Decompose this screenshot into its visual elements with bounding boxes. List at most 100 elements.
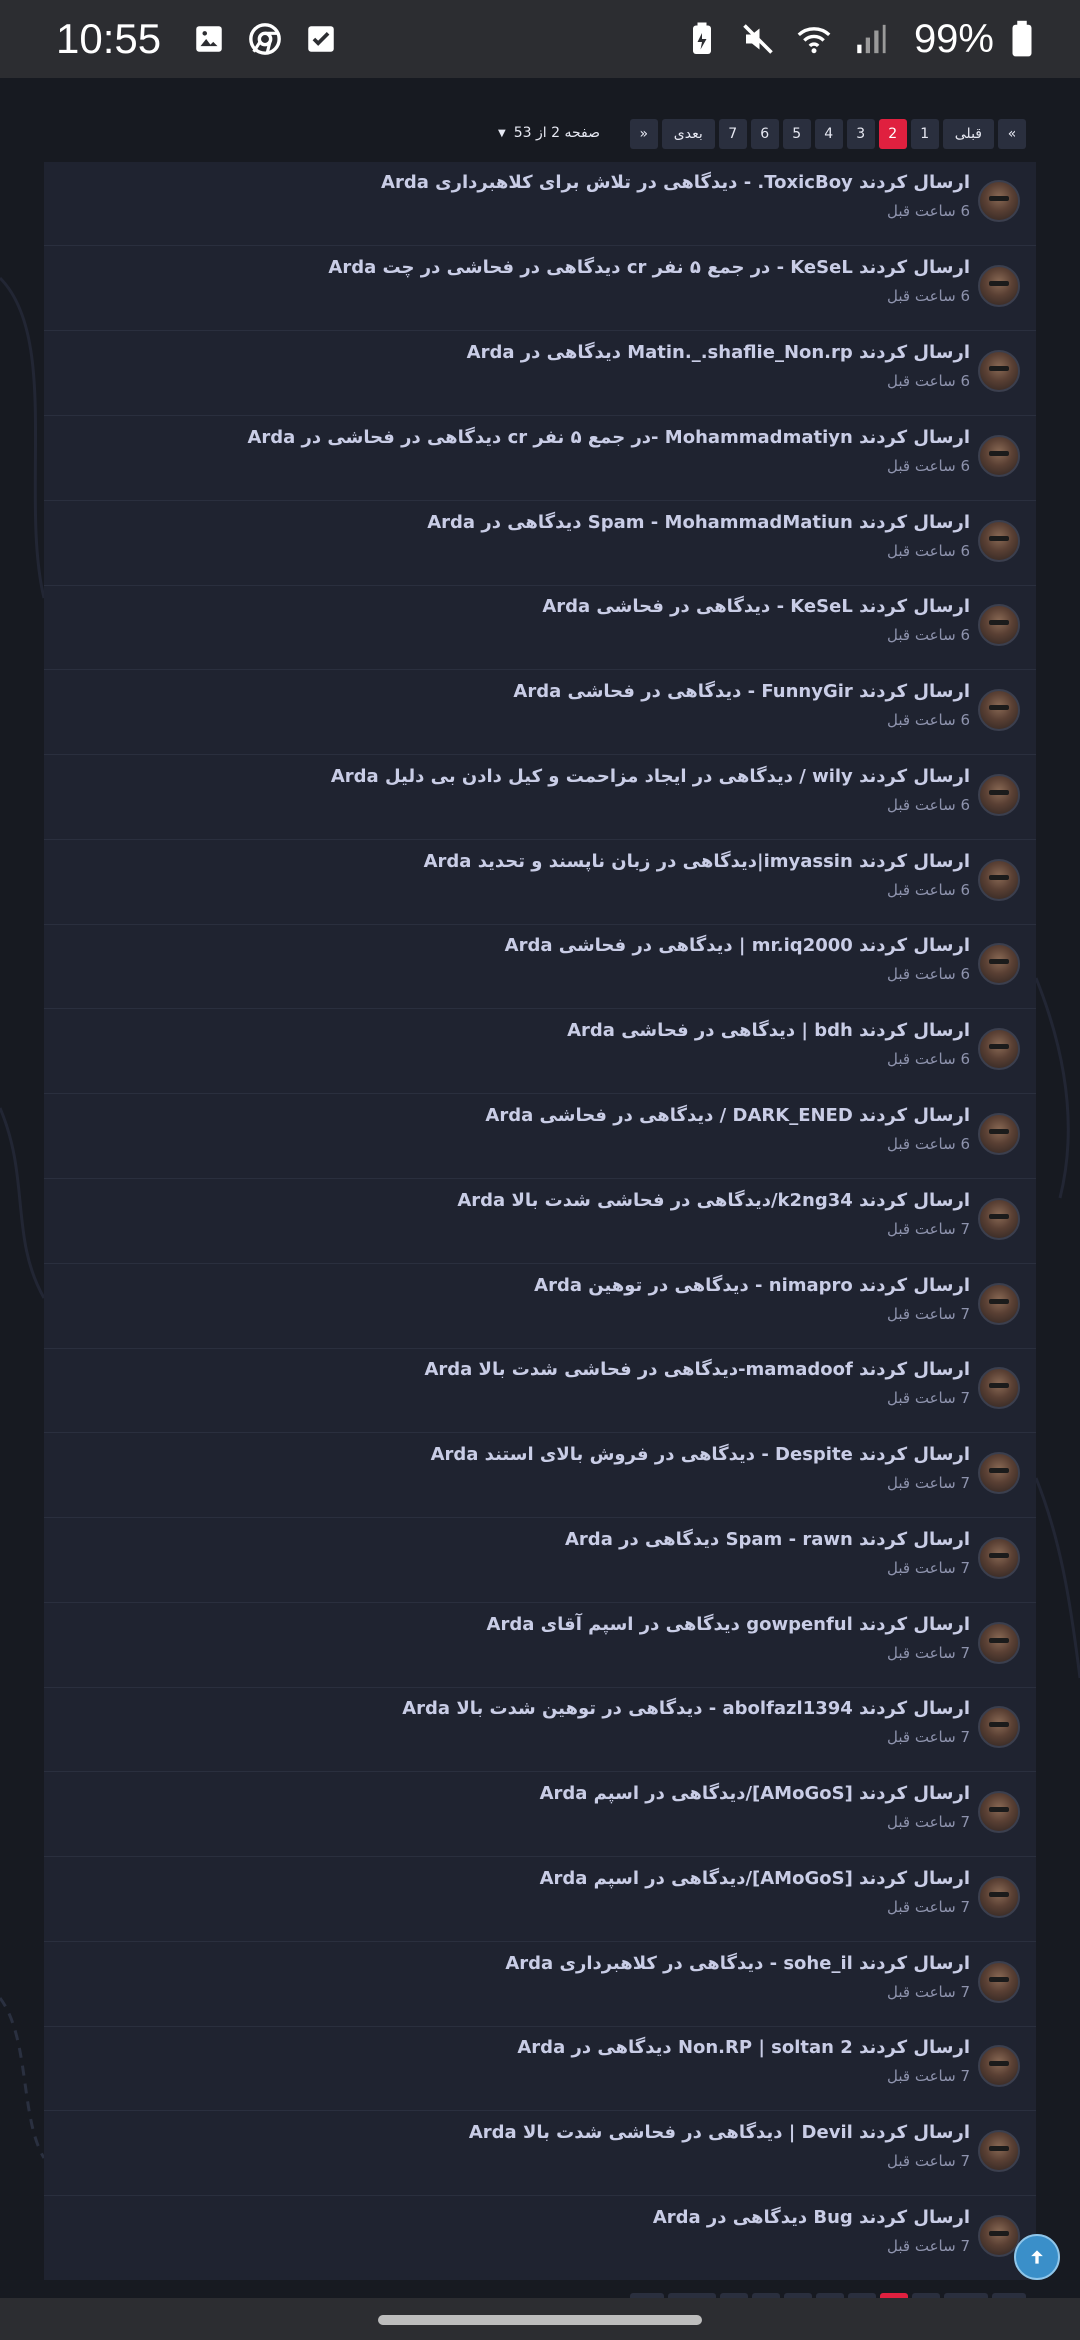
item-title[interactable]: Arda دیدگاهی در فروش بالای استند - Despi… xyxy=(431,1444,970,1465)
list-item[interactable]: Arda دیدگاهی در فحاشی شدت بالا | Devil ا… xyxy=(44,2112,1036,2196)
avatar[interactable] xyxy=(978,1113,1020,1155)
gallery-icon xyxy=(191,21,227,57)
avatar[interactable] xyxy=(978,604,1020,646)
item-title[interactable]: Arda دیدگاهی در تلاش برای کلاهبرداری - .… xyxy=(381,172,970,193)
avatar[interactable] xyxy=(978,520,1020,562)
item-title[interactable]: Arda دیدگاهی در Spam - rawn ارسال کردند xyxy=(565,1529,970,1550)
activity-list: Arda دیدگاهی در تلاش برای کلاهبرداری - .… xyxy=(44,162,1036,2280)
list-item[interactable]: Arda دیدگاهی در توهین - nimapro ارسال کر… xyxy=(44,1265,1036,1349)
item-title[interactable]: Arda دیدگاهی در توهین - nimapro ارسال کر… xyxy=(534,1275,970,1296)
avatar[interactable] xyxy=(978,1283,1020,1325)
item-title[interactable]: Arda دیدگاهی در اسپم آقای gowpenful ارسا… xyxy=(487,1614,970,1635)
item-time: 6 ساعت قبل xyxy=(887,457,970,475)
home-gesture-bar[interactable] xyxy=(378,2315,702,2325)
avatar[interactable] xyxy=(978,350,1020,392)
list-item[interactable]: Arda دیدگاهی در Spam - rawn ارسال کردند 7… xyxy=(44,1519,1036,1603)
list-item[interactable]: Arda دیدگاهی در کلاهبرداری - sohe_il ارس… xyxy=(44,1943,1036,2027)
list-item[interactable]: Arda دیدگاهی در فحاشی | mr.iq2000 ارسال … xyxy=(44,925,1036,1009)
avatar[interactable] xyxy=(978,2130,1020,2172)
page-4-button[interactable]: 4 xyxy=(814,119,843,149)
avatar[interactable] xyxy=(978,180,1020,222)
avatar[interactable] xyxy=(978,1367,1020,1409)
item-title[interactable]: Arda دیدگاهی در اسپم/[AMoGoS] ارسال کردن… xyxy=(540,1868,970,1889)
list-item[interactable]: Arda دیدگاهی در تلاش برای کلاهبرداری - .… xyxy=(44,162,1036,246)
avatar[interactable] xyxy=(978,1622,1020,1664)
list-item[interactable]: Arda دیدگاهی در فحاشی | bdh ارسال کردند 6… xyxy=(44,1010,1036,1094)
item-title[interactable]: Arda دیدگاهی در ایجاد مزاحمت و کیل دادن … xyxy=(331,766,970,787)
item-time: 7 ساعت قبل xyxy=(887,2237,970,2255)
list-item[interactable]: Arda دیدگاهی در Non.RP | soltan 2 ارسال … xyxy=(44,2027,1036,2111)
page-1-button[interactable]: 1 xyxy=(910,119,939,149)
page-5-button[interactable]: 5 xyxy=(782,119,811,149)
item-title[interactable]: Arda دیدگاهی در فحاشی شدت بالا-mamadoof … xyxy=(424,1359,970,1380)
list-item[interactable]: Arda دیدگاهی در ایجاد مزاحمت و کیل دادن … xyxy=(44,756,1036,840)
last-page-button[interactable]: » xyxy=(629,119,658,149)
avatar[interactable] xyxy=(978,1706,1020,1748)
item-title[interactable]: Arda دیدگاهی در فحاشی در چت cr در جمع ۵ … xyxy=(328,257,970,278)
avatar[interactable] xyxy=(978,1537,1020,1579)
item-time: 7 ساعت قبل xyxy=(887,1728,970,1746)
item-title[interactable]: Arda دیدگاهی در فحاشی در cr در جمع ۵ نفر… xyxy=(247,427,970,448)
list-item[interactable]: Arda دیدگاهی در اسپم/[AMoGoS] ارسال کردن… xyxy=(44,1858,1036,1942)
list-item[interactable]: Arda دیدگاهی در فحاشی شدت بالا/k2ng34 ار… xyxy=(44,1180,1036,1264)
item-title[interactable]: Arda دیدگاهی در Matin._.shaflie_Non.rp ا… xyxy=(467,342,970,363)
caret-down-icon: ▼ xyxy=(498,127,506,139)
avatar[interactable] xyxy=(978,1028,1020,1070)
item-title[interactable]: Arda دیدگاهی در زبان ناپسند و تحدید|imya… xyxy=(424,851,970,872)
list-item[interactable]: Arda دیدگاهی در توهین شدت بالا - abolfaz… xyxy=(44,1688,1036,1772)
list-item[interactable]: Arda دیدگاهی در فحاشی در چت cr در جمع ۵ … xyxy=(44,247,1036,331)
list-item[interactable]: Arda دیدگاهی در فحاشی - FunnyGir ارسال ک… xyxy=(44,671,1036,755)
prev-page-button[interactable]: قبلی xyxy=(942,119,994,149)
item-title[interactable]: Arda دیدگاهی در فحاشی / DARK_ENED ارسال … xyxy=(485,1105,970,1126)
avatar[interactable] xyxy=(978,774,1020,816)
avatar[interactable] xyxy=(978,1452,1020,1494)
avatar[interactable] xyxy=(978,2045,1020,2087)
list-item[interactable]: Arda دیدگاهی در فحاشی - KeSeL ارسال کردن… xyxy=(44,586,1036,670)
item-title[interactable]: Arda دیدگاهی در فحاشی - KeSeL ارسال کردن… xyxy=(542,596,970,617)
page-jump-dropdown[interactable]: صفحه 2 از 53 ▼ xyxy=(498,118,600,148)
item-title[interactable]: Arda دیدگاهی در فحاشی شدت بالا | Devil ا… xyxy=(469,2122,970,2143)
item-time: 7 ساعت قبل xyxy=(887,1983,970,2001)
avatar[interactable] xyxy=(978,1198,1020,1240)
list-item[interactable]: Arda دیدگاهی در فحاشی در cr در جمع ۵ نفر… xyxy=(44,417,1036,501)
page-6-button[interactable]: 6 xyxy=(750,119,779,149)
item-time: 6 ساعت قبل xyxy=(887,542,970,560)
item-title[interactable]: Arda دیدگاهی در فحاشی | mr.iq2000 ارسال … xyxy=(505,935,970,956)
battery-level: 99% xyxy=(913,16,994,61)
list-item[interactable]: Arda دیدگاهی در فحاشی / DARK_ENED ارسال … xyxy=(44,1095,1036,1179)
list-item[interactable]: Arda دیدگاهی در اسپم/[AMoGoS] ارسال کردن… xyxy=(44,1773,1036,1857)
item-title[interactable]: Arda دیدگاهی در Bug ارسال کردند xyxy=(653,2207,970,2228)
avatar[interactable] xyxy=(978,1961,1020,2003)
item-title[interactable]: Arda دیدگاهی در فحاشی | bdh ارسال کردند xyxy=(567,1020,970,1041)
page-7-button[interactable]: 7 xyxy=(718,119,747,149)
item-title[interactable]: Arda دیدگاهی در فحاشی شدت بالا/k2ng34 ار… xyxy=(457,1190,970,1211)
list-item[interactable]: Arda دیدگاهی در Bug ارسال کردند 7 ساعت قب… xyxy=(44,2197,1036,2281)
next-page-button[interactable]: بعدی xyxy=(661,119,715,149)
avatar[interactable] xyxy=(978,1791,1020,1833)
item-title[interactable]: Arda دیدگاهی در اسپم/[AMoGoS] ارسال کردن… xyxy=(540,1783,970,1804)
avatar[interactable] xyxy=(978,435,1020,477)
list-item[interactable]: Arda دیدگاهی در فحاشی شدت بالا-mamadoof … xyxy=(44,1349,1036,1433)
avatar[interactable] xyxy=(978,859,1020,901)
item-time: 6 ساعت قبل xyxy=(887,1050,970,1068)
item-title[interactable]: Arda دیدگاهی در توهین شدت بالا - abolfaz… xyxy=(402,1698,970,1719)
page-3-button[interactable]: 3 xyxy=(846,119,875,149)
avatar[interactable] xyxy=(978,943,1020,985)
scroll-top-button[interactable] xyxy=(1014,2234,1060,2280)
list-item[interactable]: Arda دیدگاهی در اسپم آقای gowpenful ارسا… xyxy=(44,1604,1036,1688)
item-time: 7 ساعت قبل xyxy=(887,1813,970,1831)
list-item[interactable]: Arda دیدگاهی در Matin._.shaflie_Non.rp ا… xyxy=(44,332,1036,416)
page-2-button[interactable]: 2 xyxy=(878,119,907,149)
first-page-button[interactable]: « xyxy=(998,119,1026,149)
item-time: 6 ساعت قبل xyxy=(887,711,970,729)
item-title[interactable]: Arda دیدگاهی در Spam - MohammadMatiun ار… xyxy=(427,512,970,533)
list-item[interactable]: Arda دیدگاهی در Spam - MohammadMatiun ار… xyxy=(44,502,1036,586)
list-item[interactable]: Arda دیدگاهی در زبان ناپسند و تحدید|imya… xyxy=(44,841,1036,925)
avatar[interactable] xyxy=(978,1876,1020,1918)
list-item[interactable]: Arda دیدگاهی در فروش بالای استند - Despi… xyxy=(44,1434,1036,1518)
item-title[interactable]: Arda دیدگاهی در فحاشی - FunnyGir ارسال ک… xyxy=(513,681,970,702)
avatar[interactable] xyxy=(978,265,1020,307)
item-title[interactable]: Arda دیدگاهی در کلاهبرداری - sohe_il ارس… xyxy=(505,1953,970,1974)
avatar[interactable] xyxy=(978,689,1020,731)
item-title[interactable]: Arda دیدگاهی در Non.RP | soltan 2 ارسال … xyxy=(517,2037,970,2058)
